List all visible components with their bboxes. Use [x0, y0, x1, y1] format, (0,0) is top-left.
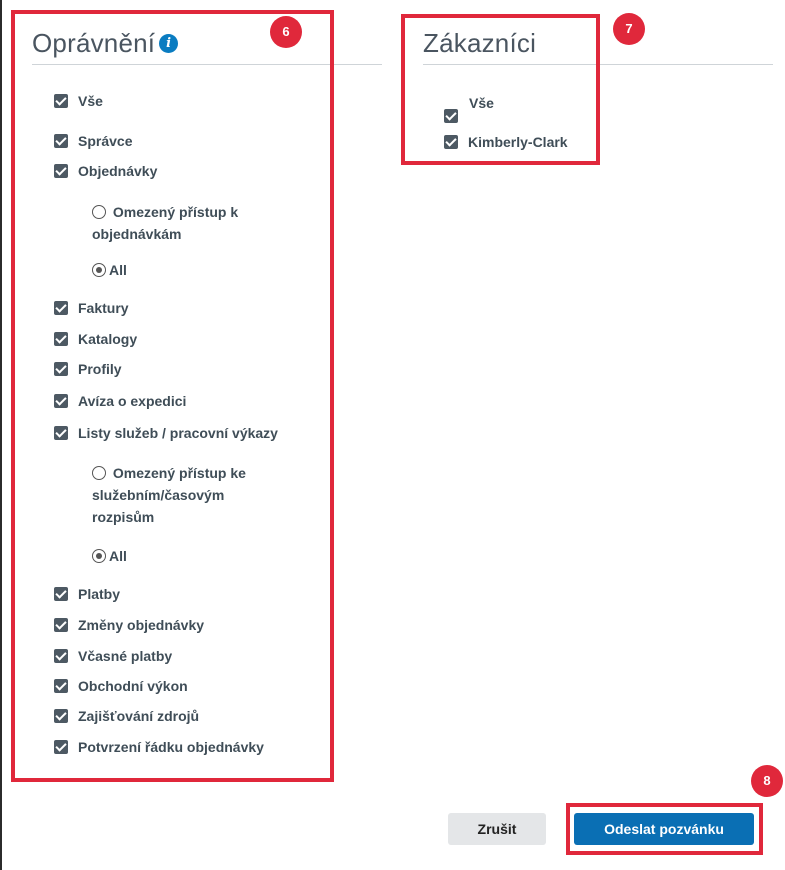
cancel-button[interactable]: Zrušit: [448, 813, 546, 845]
window-left-edge: [0, 0, 2, 870]
actions-highlight-box: [566, 803, 763, 855]
permissions-highlight-box: [11, 10, 334, 782]
step-badge-6: 6: [270, 16, 302, 48]
step-badge-7: 7: [613, 13, 645, 45]
customers-highlight-box: [401, 14, 600, 165]
step-badge-8: 8: [751, 765, 783, 797]
